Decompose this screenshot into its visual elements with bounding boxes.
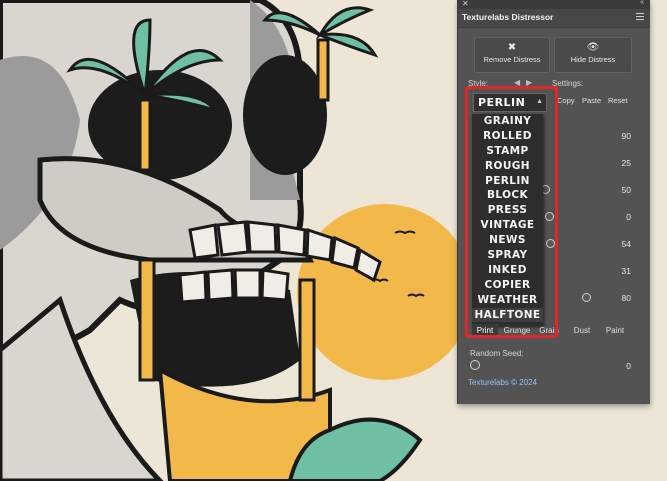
style-option[interactable]: BLOCK	[472, 188, 543, 203]
random-seed-value: 0	[626, 361, 631, 371]
style-next-arrow-icon[interactable]: ▶	[526, 78, 532, 87]
setting-value: 54	[621, 239, 631, 249]
remove-distress-label: Remove Distress	[483, 55, 541, 64]
settings-label: Settings:	[552, 79, 584, 88]
slider-knob[interactable]	[546, 239, 555, 248]
setting-value: 90	[621, 131, 631, 141]
style-option[interactable]: COPIER	[472, 278, 543, 293]
sun-shape	[297, 204, 473, 380]
panel-tab-bar: Texturelabs Distressor	[458, 9, 650, 28]
slider-knob[interactable]	[545, 212, 554, 221]
hide-distress-button[interactable]: 👁 Hide Distress	[554, 37, 632, 73]
palm-trunk	[138, 98, 152, 172]
style-label: Style:	[468, 79, 489, 88]
eye-icon: 👁	[586, 42, 600, 53]
copyright-link[interactable]: Texturelabs © 2024	[468, 378, 537, 387]
tab-grunge[interactable]: Grunge	[500, 324, 534, 338]
style-option[interactable]: NEWS	[472, 233, 543, 248]
style-option[interactable]: PERLIN	[472, 174, 543, 189]
style-option[interactable]: ROLLED	[472, 129, 543, 144]
collapse-icon[interactable]: «	[640, 0, 644, 6]
slider-knob[interactable]	[582, 293, 591, 302]
style-option[interactable]: GRAINY	[472, 114, 543, 129]
tab-print[interactable]: Print	[472, 324, 498, 338]
post-shape	[138, 258, 156, 382]
panel-title-tab[interactable]: Texturelabs Distressor	[462, 12, 554, 22]
selected-style-value: PERLIN	[478, 96, 526, 109]
style-option[interactable]: INKED	[472, 263, 543, 278]
eye-socket	[243, 55, 327, 175]
style-option[interactable]: PRESS	[472, 203, 543, 218]
remove-distress-button[interactable]: ✖ Remove Distress	[474, 37, 550, 73]
hide-distress-label: Hide Distress	[570, 55, 616, 64]
reset-button[interactable]: Reset	[608, 96, 628, 105]
tab-paint[interactable]: Paint	[601, 324, 629, 338]
style-select[interactable]: PERLIN ▲	[473, 93, 547, 112]
style-option[interactable]: SPRAY	[472, 248, 543, 263]
setting-value: 31	[621, 266, 631, 276]
setting-value: 0	[626, 212, 631, 222]
palm-trunk	[316, 38, 330, 102]
style-option[interactable]: STAMP	[472, 144, 543, 159]
style-option-hovered[interactable]: HALFTONE	[472, 307, 543, 323]
post-shape	[298, 278, 316, 402]
style-dropdown-list: GRAINY ROLLED STAMP ROUGH PERLIN BLOCK P…	[472, 114, 543, 326]
x-icon: ✖	[507, 42, 517, 53]
chevron-up-icon: ▲	[536, 98, 543, 105]
setting-value: 80	[621, 293, 631, 303]
paste-button[interactable]: Paste	[582, 96, 601, 105]
seed-slider-knob[interactable]	[470, 360, 480, 370]
lower-teeth	[178, 268, 290, 304]
panel-menu-icon[interactable]	[636, 13, 644, 20]
panel-topbar: ✕ «	[458, 0, 650, 9]
random-seed-label: Random Seed:	[470, 349, 524, 358]
setting-value: 25	[621, 158, 631, 168]
tab-grain[interactable]: Grain	[537, 324, 561, 338]
copy-button[interactable]: Copy	[557, 96, 575, 105]
style-prev-arrow-icon[interactable]: ◀	[514, 78, 520, 87]
tab-dust[interactable]: Dust	[570, 324, 594, 338]
style-option[interactable]: WEATHER	[472, 293, 543, 308]
style-option[interactable]: VINTAGE	[472, 218, 543, 233]
setting-value: 50	[621, 185, 631, 195]
close-icon[interactable]: ✕	[462, 0, 469, 8]
style-option[interactable]: ROUGH	[472, 159, 543, 174]
